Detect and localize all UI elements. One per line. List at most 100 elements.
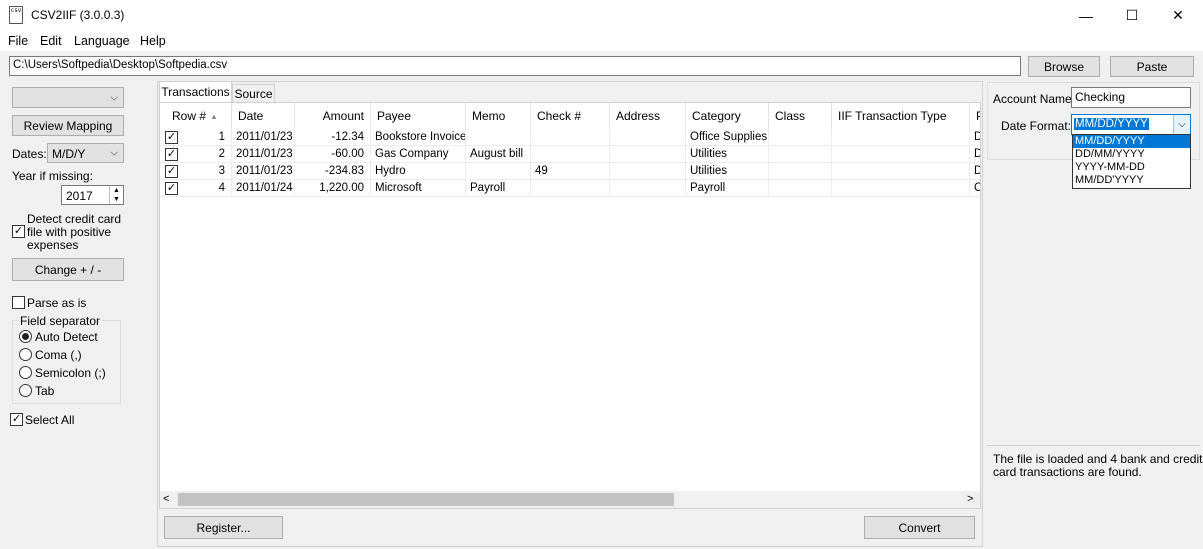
cell-check[interactable]	[531, 129, 610, 146]
date-format-combo[interactable]: MM/DD/YYYY ⌵	[1071, 114, 1191, 135]
cell-address[interactable]	[610, 146, 686, 163]
detect-credit-checkbox[interactable]: ✓	[12, 225, 25, 238]
cell-type[interactable]	[832, 163, 970, 180]
menu-file[interactable]: File	[8, 34, 28, 48]
cell-payee[interactable]: Bookstore Invoice	[371, 129, 466, 146]
col-header-memo[interactable]: Memo	[466, 103, 531, 129]
account-name-input[interactable]: Checking	[1071, 87, 1191, 108]
col-header-amount[interactable]: Amount	[295, 103, 371, 129]
menu-edit[interactable]: Edit	[40, 34, 62, 48]
menu-language[interactable]: Language	[74, 34, 130, 48]
cell-extra[interactable]: D	[970, 146, 980, 163]
register-button[interactable]: Register...	[164, 516, 283, 539]
cell-extra[interactable]: D	[970, 129, 980, 146]
date-format-option[interactable]: MM/DD/YYYY	[1073, 135, 1190, 148]
cell-address[interactable]	[610, 180, 686, 197]
radio-semicolon[interactable]	[19, 366, 32, 379]
down-arrow-icon[interactable]: ▼	[109, 195, 123, 204]
parse-as-is-checkbox[interactable]	[12, 296, 25, 309]
cell-type[interactable]	[832, 180, 970, 197]
table-row[interactable]: ✓ 3	[160, 163, 232, 180]
close-button[interactable]: ✕	[1155, 0, 1201, 31]
convert-button[interactable]: Convert	[864, 516, 975, 539]
col-header-address[interactable]: Address	[610, 103, 686, 129]
browse-button[interactable]: Browse	[1028, 56, 1100, 77]
col-header-iif-type[interactable]: IIF Transaction Type	[832, 103, 970, 129]
cell-memo[interactable]	[466, 129, 531, 146]
col-header-payee[interactable]: Payee	[371, 103, 466, 129]
maximize-button[interactable]: ☐	[1109, 0, 1155, 31]
cell-date[interactable]: 2011/01/23	[232, 129, 295, 146]
year-stepper[interactable]: 2017 ▲ ▼	[61, 185, 124, 205]
col-header-extra[interactable]: P	[970, 103, 980, 129]
cell-date[interactable]: 2011/01/23	[232, 163, 295, 180]
cell-payee[interactable]: Microsoft	[371, 180, 466, 197]
cell-class[interactable]	[769, 180, 832, 197]
col-header-check[interactable]: Check #	[531, 103, 610, 129]
scrollbar-thumb[interactable]	[178, 493, 674, 506]
cell-check[interactable]: 49	[531, 163, 610, 180]
cell-amount[interactable]: -60.00	[295, 146, 371, 163]
cell-date[interactable]: 2011/01/24	[232, 180, 295, 197]
cell-extra[interactable]: C	[970, 180, 980, 197]
select-all-checkbox[interactable]: ✓	[10, 413, 23, 426]
cell-type[interactable]	[832, 146, 970, 163]
cell-type[interactable]	[832, 129, 970, 146]
cell-memo[interactable]: August bill	[466, 146, 531, 163]
cell-payee[interactable]: Gas Company	[371, 146, 466, 163]
cell-check[interactable]	[531, 180, 610, 197]
cell-amount[interactable]: -234.83	[295, 163, 371, 180]
cell-category[interactable]: Payroll	[686, 180, 769, 197]
radio-tab[interactable]	[19, 384, 32, 397]
col-header-row[interactable]: Row # ▲	[160, 103, 232, 129]
paste-button[interactable]: Paste	[1110, 56, 1194, 77]
row-checkbox[interactable]: ✓	[165, 164, 178, 178]
cell-check[interactable]	[531, 146, 610, 163]
date-format-option[interactable]: MM/DD'YYYY	[1073, 174, 1190, 187]
col-header-category[interactable]: Category	[686, 103, 769, 129]
cell-memo[interactable]	[466, 163, 531, 180]
table-row[interactable]: ✓ 4	[160, 180, 232, 197]
review-mapping-button[interactable]: Review Mapping	[12, 115, 124, 136]
col-header-date[interactable]: Date	[232, 103, 295, 129]
col-header-class[interactable]: Class	[769, 103, 832, 129]
cell-amount[interactable]: 1,220.00	[295, 180, 371, 197]
table-row[interactable]: ✓ 1	[160, 129, 232, 146]
menu-help[interactable]: Help	[140, 34, 166, 48]
cell-memo[interactable]: Payroll	[466, 180, 531, 197]
cell-category[interactable]: Utilities	[686, 146, 769, 163]
row-checkbox[interactable]: ✓	[165, 147, 178, 161]
cell-category[interactable]: Office Supplies	[686, 129, 769, 146]
cell-class[interactable]	[769, 129, 832, 146]
date-format-option[interactable]: DD/MM/YYYY	[1073, 148, 1190, 161]
cell-address[interactable]	[610, 129, 686, 146]
cell-payee[interactable]: Hydro	[371, 163, 466, 180]
row-number: 1	[218, 131, 225, 143]
cell-amount[interactable]: -12.34	[295, 129, 371, 146]
change-sign-button[interactable]: Change + / -	[12, 258, 124, 281]
table-row[interactable]: ✓ 2	[160, 146, 232, 163]
cell-class[interactable]	[769, 146, 832, 163]
file-path-input[interactable]: C:\Users\Softpedia\Desktop\Softpedia.csv	[9, 56, 1021, 76]
cell-address[interactable]	[610, 163, 686, 180]
tab-transactions[interactable]: Transactions	[159, 81, 232, 102]
cell-extra[interactable]: D	[970, 163, 980, 180]
radio-coma[interactable]	[19, 348, 32, 361]
scroll-right-icon[interactable]: >	[967, 493, 973, 505]
cell-class[interactable]	[769, 163, 832, 180]
row-checkbox[interactable]: ✓	[165, 181, 178, 195]
dates-combo[interactable]: M/D/Y ⌵	[47, 143, 124, 163]
up-arrow-icon[interactable]: ▲	[109, 186, 123, 195]
tab-source[interactable]: Source	[232, 84, 275, 102]
scroll-left-icon[interactable]: <	[163, 493, 169, 505]
chevron-down-icon[interactable]: ⌵	[1173, 115, 1190, 134]
minimize-button[interactable]: —	[1063, 0, 1109, 31]
row-checkbox[interactable]: ✓	[165, 130, 178, 144]
status-text-1: The file is loaded and 4 bank and credit	[993, 452, 1203, 466]
cell-date[interactable]: 2011/01/23	[232, 146, 295, 163]
mapping-combo[interactable]: ⌵	[12, 87, 124, 108]
col-header-label: Row #	[172, 109, 207, 123]
cell-category[interactable]: Utilities	[686, 163, 769, 180]
radio-auto-detect[interactable]	[19, 330, 32, 343]
date-format-option[interactable]: YYYY-MM-DD	[1073, 161, 1190, 174]
